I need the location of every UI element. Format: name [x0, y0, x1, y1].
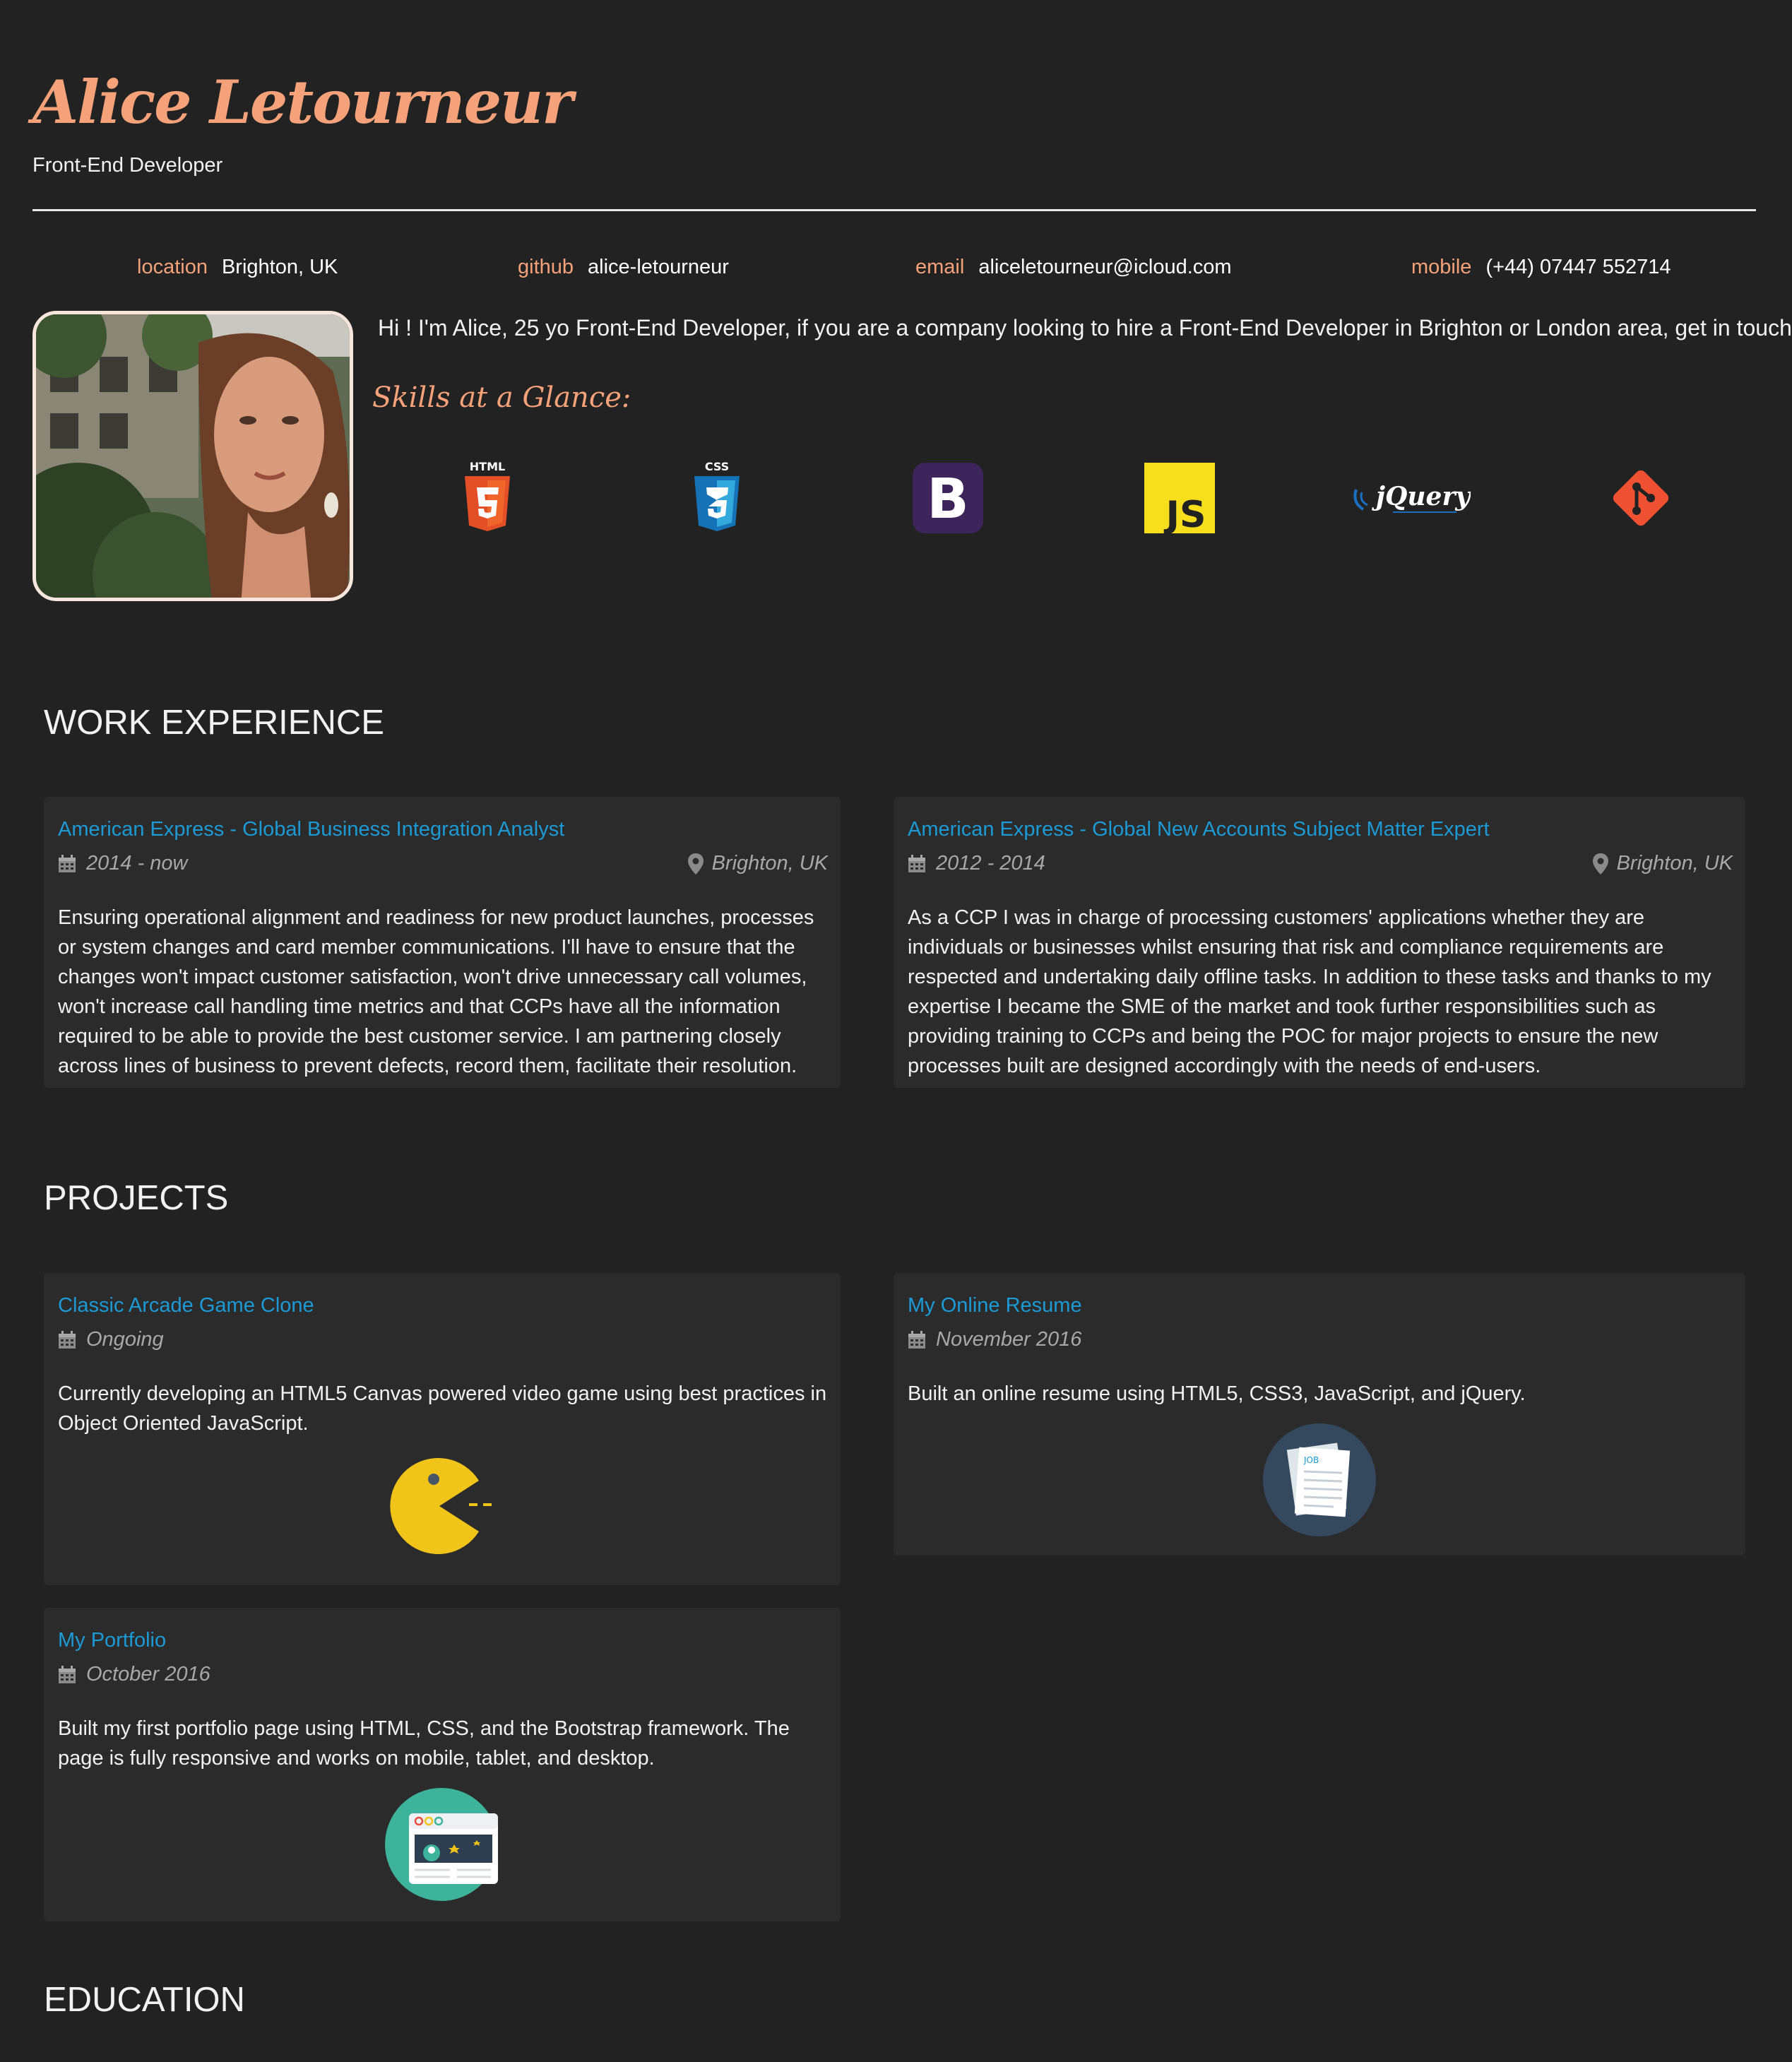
git-icon [1602, 459, 1680, 537]
contact-value[interactable]: aliceletourneur@icloud.com [978, 256, 1231, 278]
project-description: Built my first portfolio page using HTML… [58, 1714, 790, 1773]
project-description: Built an online resume using HTML5, CSS3… [908, 1379, 1526, 1409]
job-description-line: won't increase call handling time metric… [58, 995, 781, 1018]
contact-label: mobile [1411, 256, 1472, 278]
html5-icon: HTML [449, 459, 526, 537]
skills-heading: Skills at a Glance: [372, 381, 631, 414]
svg-text:HTML: HTML [470, 460, 505, 473]
job-location-text: Brighton, UK [1616, 852, 1733, 875]
project-description: Currently developing an HTML5 Canvas pow… [58, 1379, 826, 1438]
job-description-line: providing training to CCPs and being the… [908, 1025, 1659, 1048]
contact-github[interactable]: github alice-letourneur [518, 256, 729, 279]
profile-photo [32, 311, 353, 601]
contact-value[interactable]: (+44) 07447 552714 [1485, 256, 1671, 278]
header-divider [32, 209, 1756, 211]
job-description: Ensuring operational alignment and readi… [58, 903, 814, 1081]
job-description-line: changes won't impact customer satisfacti… [58, 966, 807, 988]
job-description-line: across lines of business to prevent defe… [58, 1055, 797, 1077]
project-dates-text: November 2016 [936, 1328, 1082, 1351]
svg-text:JS: JS [1164, 494, 1206, 534]
job-card: American Express - Global New Accounts S… [894, 797, 1745, 1088]
contact-location: location Brighton, UK [137, 256, 338, 279]
job-description-line: required to be able to provide the best … [58, 1025, 781, 1048]
contact-label: location [137, 256, 208, 278]
job-description-line: individuals or businesses whilst ensurin… [908, 936, 1664, 959]
job-dates-text: 2012 - 2014 [936, 852, 1045, 875]
job-card: American Express - Global Business Integ… [44, 797, 841, 1088]
subtitle-role: Front-End Developer [32, 154, 223, 177]
job-location: Brighton, UK [1592, 852, 1733, 875]
map-pin-icon [1592, 853, 1608, 875]
project-title[interactable]: Classic Arcade Game Clone [58, 1294, 314, 1317]
job-location: Brighton, UK [687, 852, 828, 875]
page-title: Alice Letourneur [32, 67, 573, 137]
projects-heading: PROJECTS [44, 1179, 229, 1217]
project-description-line: Built my first portfolio page using HTML… [58, 1717, 790, 1740]
calendar-icon [908, 1330, 925, 1349]
contact-email[interactable]: email aliceletourneur@icloud.com [915, 256, 1232, 279]
project-card: Classic Arcade Game Clone Ongoing Curren… [44, 1273, 841, 1585]
job-dates: 2014 - now [58, 852, 188, 875]
jquery-icon: jQuery [1351, 459, 1471, 537]
css3-icon: CSS [678, 459, 756, 537]
project-dates: October 2016 [58, 1663, 210, 1686]
calendar-icon [59, 1330, 76, 1349]
project-dates-text: Ongoing [86, 1328, 164, 1351]
contact-label: email [915, 256, 965, 278]
job-description-line: processes built are designed accordingly… [908, 1055, 1541, 1077]
calendar-icon [59, 1665, 76, 1683]
project-description-line: Object Oriented JavaScript. [58, 1412, 309, 1435]
contacts-bar: location Brighton, UK github alice-letourn… [0, 256, 1792, 284]
job-description-line: or system changes and card member commun… [58, 936, 795, 959]
contact-value[interactable]: alice-letourneur [588, 256, 729, 278]
job-location-text: Brighton, UK [711, 852, 828, 875]
job-dates-text: 2014 - now [86, 852, 188, 875]
job-description-line: Ensuring operational alignment and readi… [58, 906, 814, 929]
education-heading: EDUCATION [44, 1981, 245, 2019]
project-dates: November 2016 [908, 1328, 1081, 1351]
project-dates: Ongoing [58, 1328, 164, 1351]
intro-text: Hi ! I'm Alice, 25 yo Front-End Develope… [378, 315, 1792, 340]
contact-value: Brighton, UK [221, 256, 338, 278]
svg-text:CSS: CSS [705, 460, 729, 473]
calendar-icon [908, 854, 925, 872]
calendar-icon [59, 854, 76, 872]
bootstrap-icon: B [909, 459, 987, 537]
contact-mobile[interactable]: mobile (+44) 07447 552714 [1411, 256, 1671, 279]
svg-text:jQuery: jQuery [1372, 482, 1471, 511]
pacman-icon[interactable] [383, 1450, 496, 1563]
job-title[interactable]: American Express - Global Business Integ… [58, 818, 564, 841]
resume-document-icon[interactable]: JOB [1263, 1423, 1376, 1536]
project-description-line: page is fully responsive and works on mo… [58, 1747, 655, 1770]
svg-text:B: B [927, 468, 968, 531]
job-title[interactable]: American Express - Global New Accounts S… [908, 818, 1490, 841]
svg-text:JOB: JOB [1303, 1455, 1319, 1465]
job-description-line: expertise I became the SME of the market… [908, 995, 1656, 1018]
project-description-line: Currently developing an HTML5 Canvas pow… [58, 1382, 827, 1405]
job-dates: 2012 - 2014 [908, 852, 1045, 875]
work-experience-heading: WORK EXPERIENCE [44, 704, 384, 742]
project-title[interactable]: My Online Resume [908, 1294, 1082, 1317]
javascript-icon: JS [1141, 459, 1218, 537]
map-pin-icon [687, 853, 704, 875]
project-title[interactable]: My Portfolio [58, 1629, 166, 1652]
contact-label: github [518, 256, 574, 278]
project-description-line: Built an online resume using HTML5, CSS3… [908, 1382, 1526, 1405]
job-description-line: As a CCP I was in charge of processing c… [908, 906, 1645, 929]
project-card: My Online Resume November 2016 Built an … [894, 1273, 1745, 1556]
project-card: My Portfolio October 2016 Built my first… [44, 1608, 841, 1921]
project-dates-text: October 2016 [86, 1663, 210, 1685]
job-description-line: respected and undertaking daily offline … [908, 966, 1711, 988]
portfolio-browser-icon[interactable] [385, 1788, 498, 1901]
job-description: As a CCP I was in charge of processing c… [908, 903, 1711, 1081]
